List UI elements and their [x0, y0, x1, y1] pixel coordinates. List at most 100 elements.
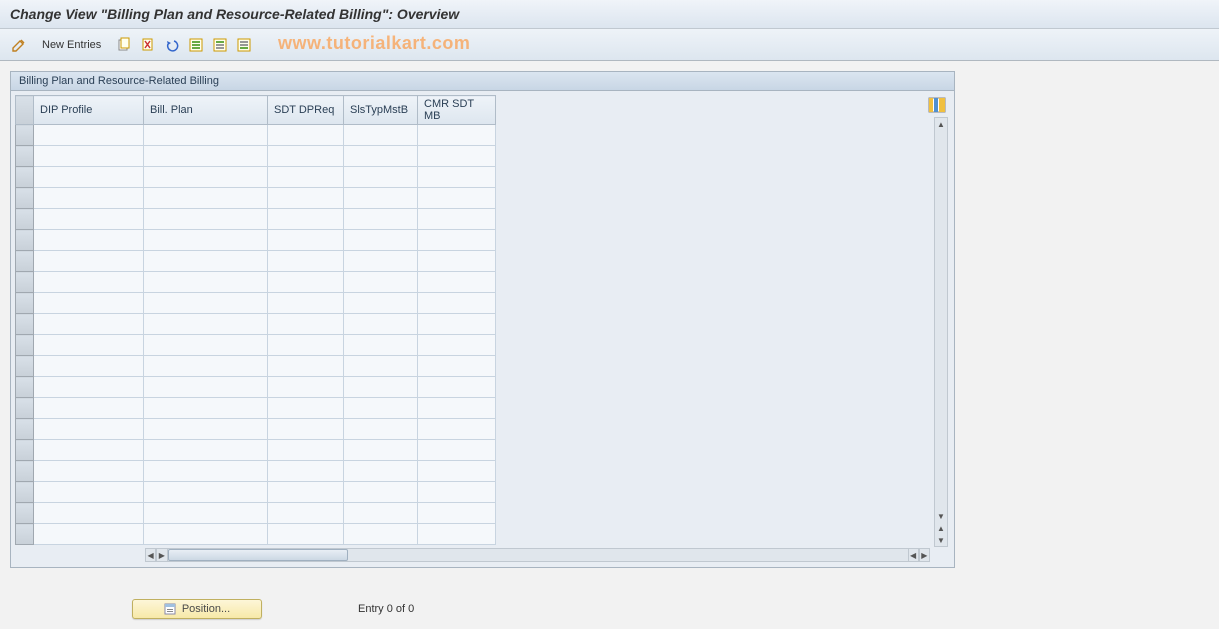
table-cell[interactable]: [344, 146, 418, 167]
row-selector[interactable]: [16, 230, 34, 251]
hscroll-track[interactable]: [168, 548, 908, 562]
table-cell[interactable]: [268, 503, 344, 524]
table-cell[interactable]: [268, 335, 344, 356]
table-cell[interactable]: [34, 419, 144, 440]
table-cell[interactable]: [344, 524, 418, 545]
table-cell[interactable]: [418, 461, 496, 482]
table-cell[interactable]: [144, 272, 268, 293]
row-selector-header[interactable]: [16, 96, 34, 125]
table-cell[interactable]: [34, 482, 144, 503]
table-cell[interactable]: [268, 272, 344, 293]
table-cell[interactable]: [418, 125, 496, 146]
table-cell[interactable]: [144, 293, 268, 314]
table-cell[interactable]: [418, 335, 496, 356]
table-cell[interactable]: [34, 524, 144, 545]
table-cell[interactable]: [34, 188, 144, 209]
table-cell[interactable]: [418, 419, 496, 440]
table-cell[interactable]: [268, 125, 344, 146]
table-cell[interactable]: [144, 440, 268, 461]
column-header-dip[interactable]: DIP Profile: [34, 96, 144, 125]
table-cell[interactable]: [418, 272, 496, 293]
table-cell[interactable]: [344, 356, 418, 377]
table-cell[interactable]: [34, 314, 144, 335]
table-cell[interactable]: [34, 461, 144, 482]
table-cell[interactable]: [34, 209, 144, 230]
table-cell[interactable]: [344, 167, 418, 188]
row-selector[interactable]: [16, 146, 34, 167]
row-selector[interactable]: [16, 293, 34, 314]
column-header-cmr[interactable]: CMR SDT MB: [418, 96, 496, 125]
table-cell[interactable]: [34, 335, 144, 356]
scroll-down-icon-2[interactable]: ▼: [935, 534, 947, 546]
table-cell[interactable]: [144, 188, 268, 209]
table-cell[interactable]: [144, 482, 268, 503]
table-cell[interactable]: [268, 440, 344, 461]
select-all-icon[interactable]: [187, 36, 205, 54]
row-selector[interactable]: [16, 398, 34, 419]
row-selector[interactable]: [16, 272, 34, 293]
column-header-sls[interactable]: SlsTypMstB: [344, 96, 418, 125]
table-cell[interactable]: [144, 125, 268, 146]
table-cell[interactable]: [144, 377, 268, 398]
table-cell[interactable]: [418, 188, 496, 209]
table-cell[interactable]: [418, 482, 496, 503]
table-cell[interactable]: [268, 419, 344, 440]
row-selector[interactable]: [16, 209, 34, 230]
row-selector[interactable]: [16, 335, 34, 356]
table-cell[interactable]: [34, 146, 144, 167]
table-cell[interactable]: [144, 335, 268, 356]
table-cell[interactable]: [144, 398, 268, 419]
table-cell[interactable]: [268, 293, 344, 314]
table-cell[interactable]: [344, 293, 418, 314]
table-cell[interactable]: [268, 251, 344, 272]
table-cell[interactable]: [268, 188, 344, 209]
table-cell[interactable]: [344, 230, 418, 251]
table-cell[interactable]: [344, 272, 418, 293]
scroll-right-icon[interactable]: ▶: [156, 548, 167, 562]
table-cell[interactable]: [268, 209, 344, 230]
table-cell[interactable]: [344, 419, 418, 440]
table-cell[interactable]: [344, 482, 418, 503]
table-cell[interactable]: [268, 314, 344, 335]
table-cell[interactable]: [344, 314, 418, 335]
row-selector[interactable]: [16, 356, 34, 377]
new-entries-button[interactable]: New Entries: [34, 37, 109, 53]
table-cell[interactable]: [268, 377, 344, 398]
table-cell[interactable]: [34, 272, 144, 293]
table-cell[interactable]: [34, 356, 144, 377]
table-cell[interactable]: [344, 377, 418, 398]
table-cell[interactable]: [268, 146, 344, 167]
table-cell[interactable]: [34, 230, 144, 251]
toggle-change-icon[interactable]: [10, 36, 28, 54]
vertical-scrollbar[interactable]: ▲ ▼ ▲ ▼: [934, 117, 948, 547]
table-cell[interactable]: [418, 377, 496, 398]
scroll-left-icon[interactable]: ◀: [145, 548, 156, 562]
row-selector[interactable]: [16, 167, 34, 188]
row-selector[interactable]: [16, 524, 34, 545]
table-cell[interactable]: [144, 461, 268, 482]
table-cell[interactable]: [418, 230, 496, 251]
table-cell[interactable]: [268, 482, 344, 503]
table-cell[interactable]: [34, 125, 144, 146]
table-cell[interactable]: [144, 524, 268, 545]
row-selector[interactable]: [16, 482, 34, 503]
table-cell[interactable]: [418, 209, 496, 230]
table-cell[interactable]: [144, 314, 268, 335]
row-selector[interactable]: [16, 125, 34, 146]
select-block-icon[interactable]: [211, 36, 229, 54]
row-selector[interactable]: [16, 503, 34, 524]
table-cell[interactable]: [344, 209, 418, 230]
table-cell[interactable]: [34, 398, 144, 419]
hscroll-thumb[interactable]: [168, 549, 348, 561]
table-cell[interactable]: [34, 293, 144, 314]
row-selector[interactable]: [16, 188, 34, 209]
table-cell[interactable]: [418, 293, 496, 314]
table-cell[interactable]: [144, 356, 268, 377]
table-cell[interactable]: [34, 440, 144, 461]
table-cell[interactable]: [418, 398, 496, 419]
table-cell[interactable]: [268, 461, 344, 482]
table-cell[interactable]: [144, 167, 268, 188]
table-cell[interactable]: [418, 167, 496, 188]
table-cell[interactable]: [418, 314, 496, 335]
table-cell[interactable]: [34, 251, 144, 272]
